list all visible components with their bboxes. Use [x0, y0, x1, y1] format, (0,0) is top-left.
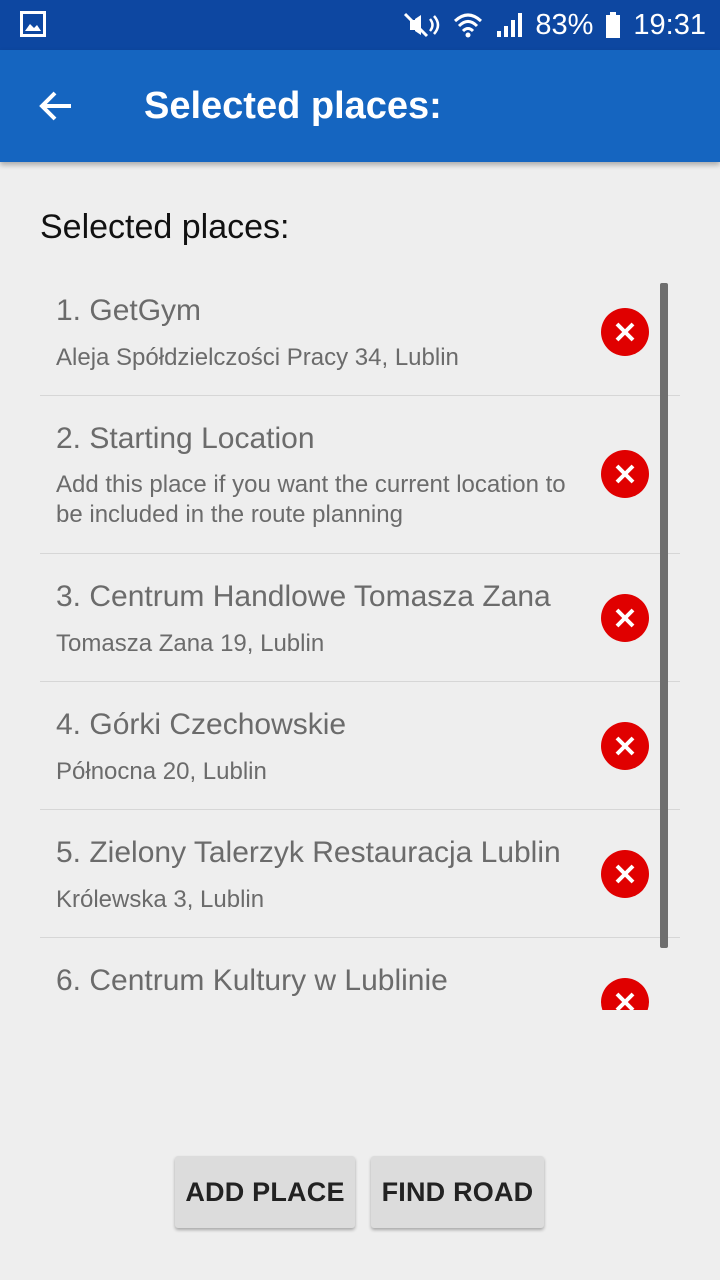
- add-place-button[interactable]: ADD PLACE: [175, 1156, 355, 1228]
- remove-place-button[interactable]: [601, 722, 649, 770]
- find-road-button[interactable]: FIND ROAD: [371, 1156, 544, 1228]
- remove-circle-icon: [615, 464, 635, 484]
- place-title: 6. Centrum Kultury w Lublinie: [56, 964, 448, 997]
- list-item[interactable]: 5. Zielony Talerzyk Restauracja Lublin K…: [40, 810, 680, 938]
- arrow-left-icon: [39, 91, 71, 121]
- list-item[interactable]: 6. Centrum Kultury w Lublinie: [40, 938, 680, 1010]
- place-address: Tomasza Zana 19, Lublin: [56, 630, 325, 657]
- signal-icon: [495, 11, 523, 39]
- status-bar: 83% 19:31: [0, 0, 720, 50]
- list-item[interactable]: 3. Centrum Handlowe Tomasza Zana Tomasza…: [40, 554, 680, 682]
- remove-circle-icon: [615, 864, 635, 884]
- battery-percent: 83%: [535, 8, 594, 41]
- remove-place-button[interactable]: [601, 308, 649, 356]
- list-item[interactable]: 4. Górki Czechowskie Północna 20, Lublin: [40, 682, 680, 810]
- remove-circle-icon: [615, 608, 635, 628]
- list-item[interactable]: 1. GetGym Aleja Spółdzielczości Pracy 34…: [40, 268, 680, 396]
- place-address: Aleja Spółdzielczości Pracy 34, Lublin: [56, 344, 459, 371]
- place-title: 3. Centrum Handlowe Tomasza Zana: [56, 580, 551, 613]
- remove-place-button[interactable]: [601, 850, 649, 898]
- place-title: 4. Górki Czechowskie: [56, 708, 347, 741]
- place-address: Królewska 3, Lublin: [56, 886, 265, 913]
- app-bar: Selected places:: [0, 50, 720, 162]
- list-item[interactable]: 2. Starting Location Add this place if y…: [40, 396, 680, 554]
- place-address: Północna 20, Lublin: [56, 758, 267, 785]
- remove-circle-icon: [615, 992, 635, 1010]
- remove-place-button[interactable]: [601, 594, 649, 642]
- remove-circle-icon: [615, 322, 635, 342]
- places-list[interactable]: 1. GetGym Aleja Spółdzielczości Pracy 34…: [40, 268, 680, 1010]
- clock: 19:31: [633, 8, 706, 41]
- remove-place-button[interactable]: [601, 978, 649, 1010]
- app-title: Selected places:: [144, 85, 442, 127]
- place-title: 5. Zielony Talerzyk Restauracja Lublin: [56, 836, 561, 869]
- back-button[interactable]: [28, 78, 84, 134]
- battery-icon: [605, 11, 621, 39]
- page-title: Selected places:: [40, 208, 290, 246]
- place-title: 2. Starting Location: [56, 422, 315, 455]
- gallery-icon: [20, 11, 46, 42]
- place-description: Add this place if you want the current l…: [56, 471, 566, 528]
- mute-icon: [403, 11, 441, 39]
- place-title: 1. GetGym: [56, 294, 202, 327]
- remove-place-button[interactable]: [601, 450, 649, 498]
- remove-circle-icon: [615, 736, 635, 756]
- list-scrollbar[interactable]: [660, 283, 668, 948]
- wifi-icon: [453, 11, 483, 39]
